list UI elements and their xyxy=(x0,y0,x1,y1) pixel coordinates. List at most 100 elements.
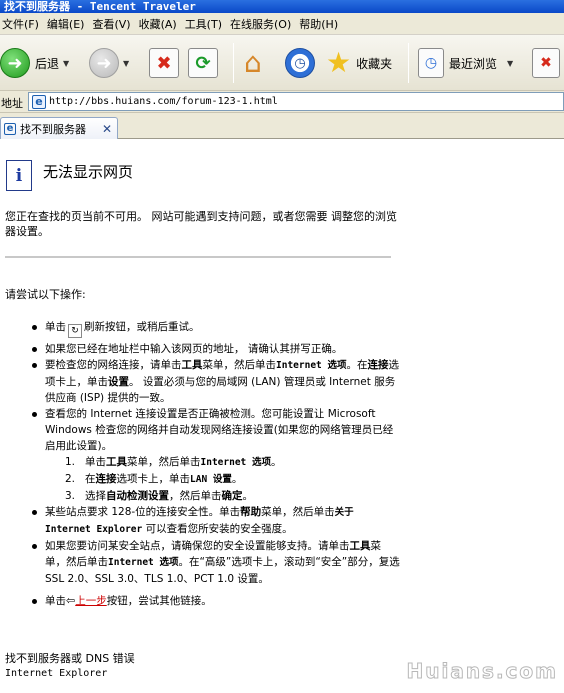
b3-e: 。在 xyxy=(346,359,368,371)
s2-c: 选项卡上，单击 xyxy=(116,473,191,485)
b7-pre: 单击 xyxy=(45,595,66,607)
s1-num: 1. xyxy=(65,456,76,468)
s3-e: 。 xyxy=(242,490,254,502)
recent-dropdown-icon[interactable]: ▼ xyxy=(507,59,513,68)
menu-online-service[interactable]: 在线服务(O) xyxy=(228,16,297,32)
back-link[interactable]: 上一步 xyxy=(75,595,107,607)
s3-c: ，然后单击 xyxy=(169,490,222,502)
page-heading: 无法显示网页 xyxy=(43,163,134,181)
window-title: 找不到服务器 - Tencent Traveler xyxy=(4,0,196,13)
sub-item: 2. 在连接选项卡上，单击LAN 设置。 xyxy=(65,471,400,488)
app-name: Internet Explorer xyxy=(5,668,108,679)
menu-bar: 文件(F) 编辑(E) 查看(V) 收藏(A) 工具(T) 在线服务(O) 帮助… xyxy=(0,13,564,35)
toolbar-separator xyxy=(233,43,234,83)
history-button[interactable]: ◷ xyxy=(285,35,315,91)
b6-b: 工具 xyxy=(349,540,371,552)
close-tabs-button[interactable]: ✖ xyxy=(532,35,560,91)
list-item: 如果您已经在地址栏中输入该网页的地址， 请确认其拼写正确。 xyxy=(30,341,400,357)
b1-post: 刷新按钮，或稍后重试。 xyxy=(84,321,200,333)
s2-num: 2. xyxy=(65,473,76,485)
sub-item: 1. 单击工具菜单，然后单击Internet 选项。 xyxy=(65,454,400,471)
refresh-button[interactable]: ⟳ xyxy=(188,35,218,91)
address-url[interactable]: http://bbs.huians.com/forum-123-1.html xyxy=(49,96,278,107)
b5-c: 菜单，然后单击 xyxy=(261,506,335,518)
b6-a: 如果您要访问某安全站点，请确保您的安全设置能够支持。请单击 xyxy=(45,540,350,552)
favorites-button[interactable]: ★ 收藏夹 xyxy=(326,35,392,91)
s2-a: 在 xyxy=(85,473,96,485)
menu-edit[interactable]: 编辑(E) xyxy=(45,16,91,32)
suggestions-list: 单击 ↻ 刷新按钮，或稍后重试。 如果您已经在地址栏中输入该网页的地址， 请确认其拼… xyxy=(30,319,400,609)
address-input[interactable]: e http://bbs.huians.com/forum-123-1.html xyxy=(28,92,564,111)
back-arrow-icon: ➜ xyxy=(0,48,30,78)
list-item: 1. 单击工具菜单，然后单击Internet 选项。 2. 在连接选项卡上，单击LA… xyxy=(30,454,400,504)
stop-button[interactable]: ✖ xyxy=(149,35,179,91)
b1-pre: 单击 xyxy=(45,321,66,333)
s1-c: 菜单，然后单击 xyxy=(127,456,201,468)
tab-bar: e 找不到服务器 ✕ xyxy=(0,113,564,139)
page-content: i 无法显示网页 您正在查找的页当前不可用。 网站可能遇到支持问题，或者您需要 … xyxy=(0,140,564,693)
s1-a: 单击 xyxy=(85,456,106,468)
recent-history-icon: ◷ xyxy=(418,48,444,78)
b3-d: Internet 选项 xyxy=(276,360,347,371)
stop-icon: ✖ xyxy=(149,48,179,78)
b6-d: Internet 选项 xyxy=(108,557,179,568)
menu-tools[interactable]: 工具(T) xyxy=(183,16,228,32)
menu-favorites[interactable]: 收藏(A) xyxy=(137,16,183,32)
forward-arrow-icon: ➜ xyxy=(89,48,119,78)
b5-e: 可以查看您所安装的安全强度。 xyxy=(142,523,293,535)
back-arrow-icon: ⇦ xyxy=(66,594,76,607)
home-button[interactable]: ⌂ xyxy=(244,35,276,91)
divider xyxy=(5,256,391,258)
refresh-icon: ⟳ xyxy=(188,48,218,78)
address-label: 地址 xyxy=(1,97,23,110)
b3-f: 连接 xyxy=(367,359,389,371)
tab-active[interactable]: e 找不到服务器 ✕ xyxy=(0,117,118,139)
b5-b: 帮助 xyxy=(240,506,262,518)
info-icon: i xyxy=(6,160,32,191)
back-label: 后退 xyxy=(35,56,60,71)
ie-page-icon: e xyxy=(32,94,46,109)
s1-b: 工具 xyxy=(106,456,127,468)
b7-post: 按钮，尝试其他链接。 xyxy=(106,595,212,607)
list-item: 如果您要访问某安全站点，请确保您的安全设置能够支持。请单击工具菜单，然后单击In… xyxy=(30,538,400,587)
tab-close-icon[interactable]: ✕ xyxy=(102,122,112,136)
watermark: Huians.com xyxy=(406,659,558,684)
refresh-icon: ↻ xyxy=(68,324,82,338)
window-close-icon: ✖ xyxy=(532,48,560,78)
list-item: 要检查您的网络连接，请单击工具菜单，然后单击Internet 选项。在连接选项卡… xyxy=(30,357,400,406)
ie-tab-icon: e xyxy=(4,122,16,135)
error-type: 找不到服务器或 DNS 错误 xyxy=(5,652,135,665)
toolbar: ➜ 后退 ▼ ➜ ▼ ✖ ⟳ ⌂ ◷ ★ 收藏夹 ◷ 最近浏览 ▼ ✖ xyxy=(0,35,564,91)
menu-help[interactable]: 帮助(H) xyxy=(297,16,344,32)
clock-icon: ◷ xyxy=(285,48,315,78)
list-item: 单击 ↻ 刷新按钮，或稍后重试。 xyxy=(30,319,400,338)
menu-file[interactable]: 文件(F) xyxy=(0,16,45,32)
s3-num: 3. xyxy=(65,490,76,502)
menu-view[interactable]: 查看(V) xyxy=(90,16,136,32)
sub-list: 1. 单击工具菜单，然后单击Internet 选项。 2. 在连接选项卡上，单击LA… xyxy=(65,454,400,504)
address-bar: 地址 e http://bbs.huians.com/forum-123-1.h… xyxy=(0,91,564,113)
s3-d: 确定 xyxy=(221,490,243,502)
forward-button[interactable]: ➜ ▼ xyxy=(89,35,129,91)
list-item: 某些站点要求 128-位的连接安全性。单击帮助菜单，然后单击关于 Interne… xyxy=(30,504,400,538)
list-item: 单击⇦上一步按钮，尝试其他链接。 xyxy=(30,593,400,609)
star-icon: ★ xyxy=(326,46,352,79)
s2-b: 连接 xyxy=(95,473,117,485)
list-item: 查看您的 Internet 连接设置是否正确被检测。您可能设置让 Microso… xyxy=(30,406,400,454)
s1-e: 。 xyxy=(270,456,282,468)
forward-dropdown-icon[interactable]: ▼ xyxy=(123,59,129,68)
s2-d: LAN 设置 xyxy=(190,474,232,485)
b3-b: 工具 xyxy=(181,359,203,371)
home-icon: ⌂ xyxy=(244,46,262,79)
b3-a: 要检查您的网络连接，请单击 xyxy=(45,359,182,371)
b3-c: 菜单，然后单击 xyxy=(202,359,277,371)
s3-a: 选择 xyxy=(85,490,106,502)
title-bar: 找不到服务器 - Tencent Traveler xyxy=(0,0,564,13)
back-button[interactable]: ➜ 后退 ▼ xyxy=(0,35,69,91)
b5-a: 某些站点要求 128-位的连接安全性。单击 xyxy=(45,506,241,518)
back-dropdown-icon[interactable]: ▼ xyxy=(63,59,69,68)
recent-button[interactable]: ◷ 最近浏览 ▼ xyxy=(418,35,513,91)
b3-h: 设置 xyxy=(108,376,129,388)
try-label: 请尝试以下操作: xyxy=(5,288,86,301)
tab-label[interactable]: 找不到服务器 xyxy=(20,121,102,137)
